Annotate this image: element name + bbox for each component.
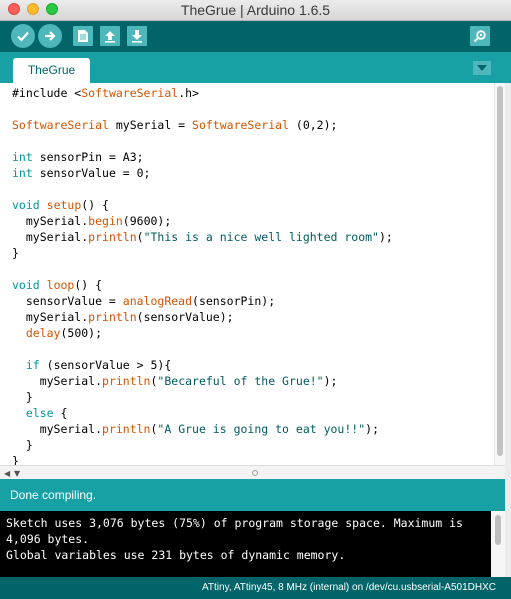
code-editor[interactable]: #include <SoftwareSerial.h> SoftwareSeri… <box>0 83 494 468</box>
arrow-up-icon <box>105 31 115 43</box>
console-output: Sketch uses 3,076 bytes (75%) of program… <box>0 511 491 577</box>
tab-menu-button[interactable] <box>473 61 491 75</box>
open-sketch-button[interactable] <box>100 26 120 46</box>
verify-button[interactable] <box>11 24 35 48</box>
window-title: TheGrue | Arduino 1.6.5 <box>180 2 331 18</box>
tab-thegrue[interactable]: TheGrue <box>13 58 90 83</box>
window-edge <box>505 83 511 577</box>
status-message: Done compiling. <box>10 488 97 502</box>
tab-bar: TheGrue <box>0 52 511 83</box>
console-text: Sketch uses 3,076 bytes (75%) of program… <box>6 516 463 562</box>
triangle-down-icon <box>477 65 487 71</box>
new-sketch-button[interactable] <box>73 26 93 46</box>
checkmark-icon <box>17 31 29 42</box>
editor-horizontal-scrollbar[interactable]: ◀ ▼ <box>0 465 505 480</box>
document-icon <box>78 30 88 42</box>
toolbar <box>0 21 511 52</box>
console-scrollbar[interactable] <box>491 511 505 577</box>
save-sketch-button[interactable] <box>127 26 147 46</box>
arrow-right-icon <box>45 31 56 41</box>
board-info: ATtiny, ATtiny45, 8 MHz (internal) on /d… <box>201 582 496 593</box>
serial-monitor-button[interactable] <box>470 26 490 46</box>
editor-scroll-thumb[interactable] <box>497 86 503 456</box>
console-scroll-thumb[interactable] <box>495 515 501 545</box>
board-info-bar: ATtiny, ATtiny45, 8 MHz (internal) on /d… <box>0 577 511 599</box>
code-text: #include <SoftwareSerial.h> SoftwareSeri… <box>12 86 393 468</box>
splitter-grip-icon[interactable] <box>252 470 258 476</box>
magnifier-icon <box>473 30 486 43</box>
status-bar: Done compiling. <box>0 479 505 511</box>
window-title-bar: TheGrue | Arduino 1.6.5 <box>0 0 511 21</box>
scroll-right-small-icon[interactable]: ▼ <box>14 469 20 478</box>
upload-button[interactable] <box>38 24 62 48</box>
scroll-left-icon[interactable]: ◀ <box>4 469 10 478</box>
arrow-down-icon <box>132 30 142 43</box>
